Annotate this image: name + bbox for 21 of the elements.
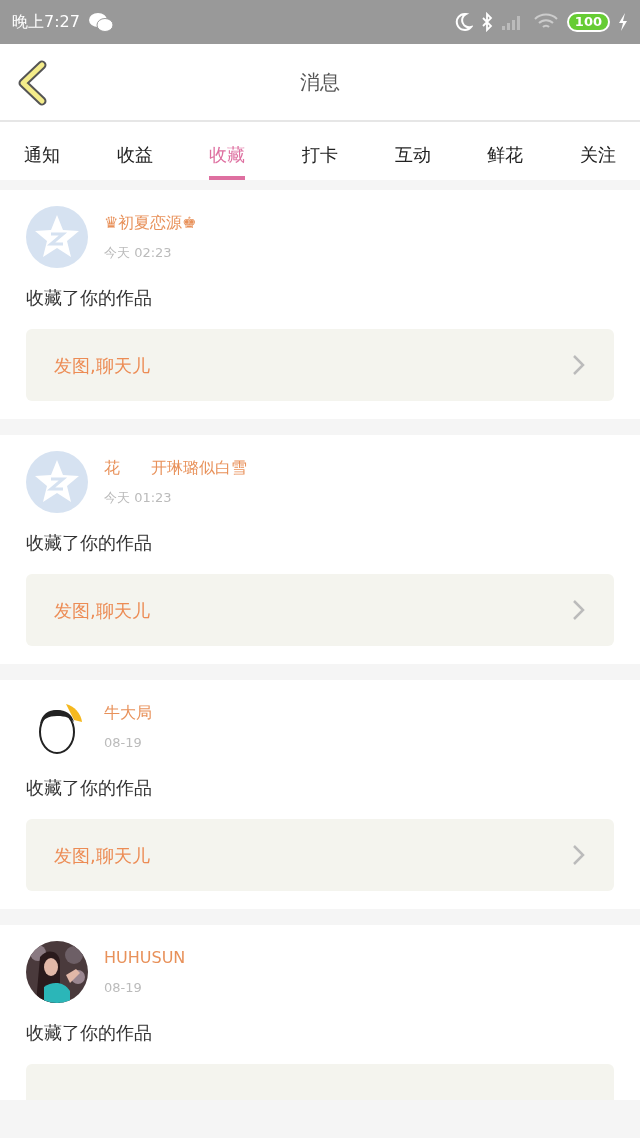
tab[interactable]: 关注 [579,131,616,180]
page-title: 消息 [300,69,340,96]
message-text: 收藏了你的作品 [26,286,153,310]
message-time: 08-19 [104,734,143,753]
message-time: 今天 02:23 [104,244,173,263]
tab[interactable]: 通知 [24,131,60,180]
user-name: ♛初夏恋源♚ [104,212,197,235]
message-time: 今天 01:23 [104,489,173,508]
tab[interactable]: 打卡 [301,131,338,180]
message-text: 收藏了你的作品 [26,531,153,555]
user-name: 花 开琳璐似白雪 [104,457,247,480]
user-name: HUHUSUN [104,947,186,970]
user-name: 牛大局 [104,702,152,725]
message-text: 收藏了你的作品 [26,1021,153,1045]
message-time: 08-19 [104,979,143,998]
battery-indicator: 100 [566,12,610,32]
status-time: 晚上7:27 [12,11,80,33]
tab[interactable]: 互动 [394,131,431,180]
message-text: 收藏了你的作品 [26,776,153,800]
tab[interactable]: 鲜花 [487,131,524,180]
tab[interactable]: 收益 [116,131,153,180]
